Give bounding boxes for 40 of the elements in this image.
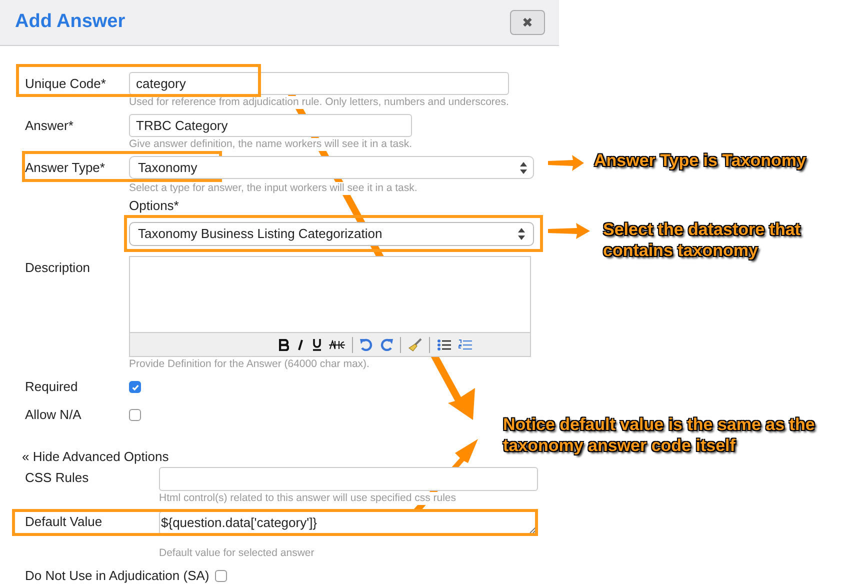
hint-text: Html control(s) related to this answer will use specified css rules <box>159 492 456 505</box>
hint-text: Give answer definition, the name workers will see it in a task. <box>129 138 412 151</box>
field-label: Description <box>25 259 92 277</box>
numbered-list-icon[interactable] <box>458 338 472 350</box>
brush-icon[interactable] <box>408 338 422 352</box>
bold-icon[interactable] <box>278 338 288 350</box>
resize-handle-icon[interactable] <box>529 526 536 533</box>
checkbox[interactable] <box>215 570 228 582</box>
annotation-text: Notice default value is the same as the taxonomy answer code itself <box>503 414 816 456</box>
input-field[interactable]: TRBC Category <box>129 114 412 137</box>
field-label: Required <box>25 378 79 396</box>
strikethrough-icon[interactable] <box>328 340 344 350</box>
underline-icon[interactable] <box>312 338 322 351</box>
field-label: CSS Rules <box>25 469 90 487</box>
dialog-title: Add Answer <box>15 10 126 34</box>
annotation-text: Select the datastore that contains taxonomy <box>603 219 802 261</box>
checkbox[interactable] <box>129 409 141 421</box>
field-label: Options* <box>129 198 179 214</box>
field-label: Default Value <box>25 513 104 531</box>
list-icon[interactable] <box>436 338 450 350</box>
annotation-text: Answer Type is Taxonomy <box>594 151 806 171</box>
field-label: Do Not Use in Adjudication (SA) <box>25 567 210 584</box>
hint-text: Provide Definition for the Answer (64000 char max). <box>129 358 370 371</box>
input-field[interactable]: category <box>129 72 509 95</box>
field-label: Answer Type* <box>25 159 106 177</box>
italic-icon[interactable] <box>296 338 304 350</box>
input-field[interactable] <box>159 467 538 491</box>
hint-text: Select a type for answer, the input workers will see it in a task. <box>129 182 418 195</box>
field-label: Unique Code* <box>25 75 107 93</box>
field-label: Answer* <box>25 117 74 135</box>
checkbox[interactable] <box>129 381 141 393</box>
updown-icon <box>518 228 525 240</box>
redo-icon[interactable] <box>380 338 392 351</box>
select-field[interactable]: Taxonomy <box>129 156 534 179</box>
field-label: Allow N/A <box>25 406 82 424</box>
updown-icon <box>520 162 527 174</box>
select-field[interactable]: Taxonomy Business Listing Categorization <box>129 222 534 246</box>
close-button[interactable]: ✖ <box>510 10 545 35</box>
undo-icon[interactable] <box>360 338 372 351</box>
hint-text: Used for reference from adjudication rule. Only letters, numbers and underscores. <box>129 96 509 109</box>
